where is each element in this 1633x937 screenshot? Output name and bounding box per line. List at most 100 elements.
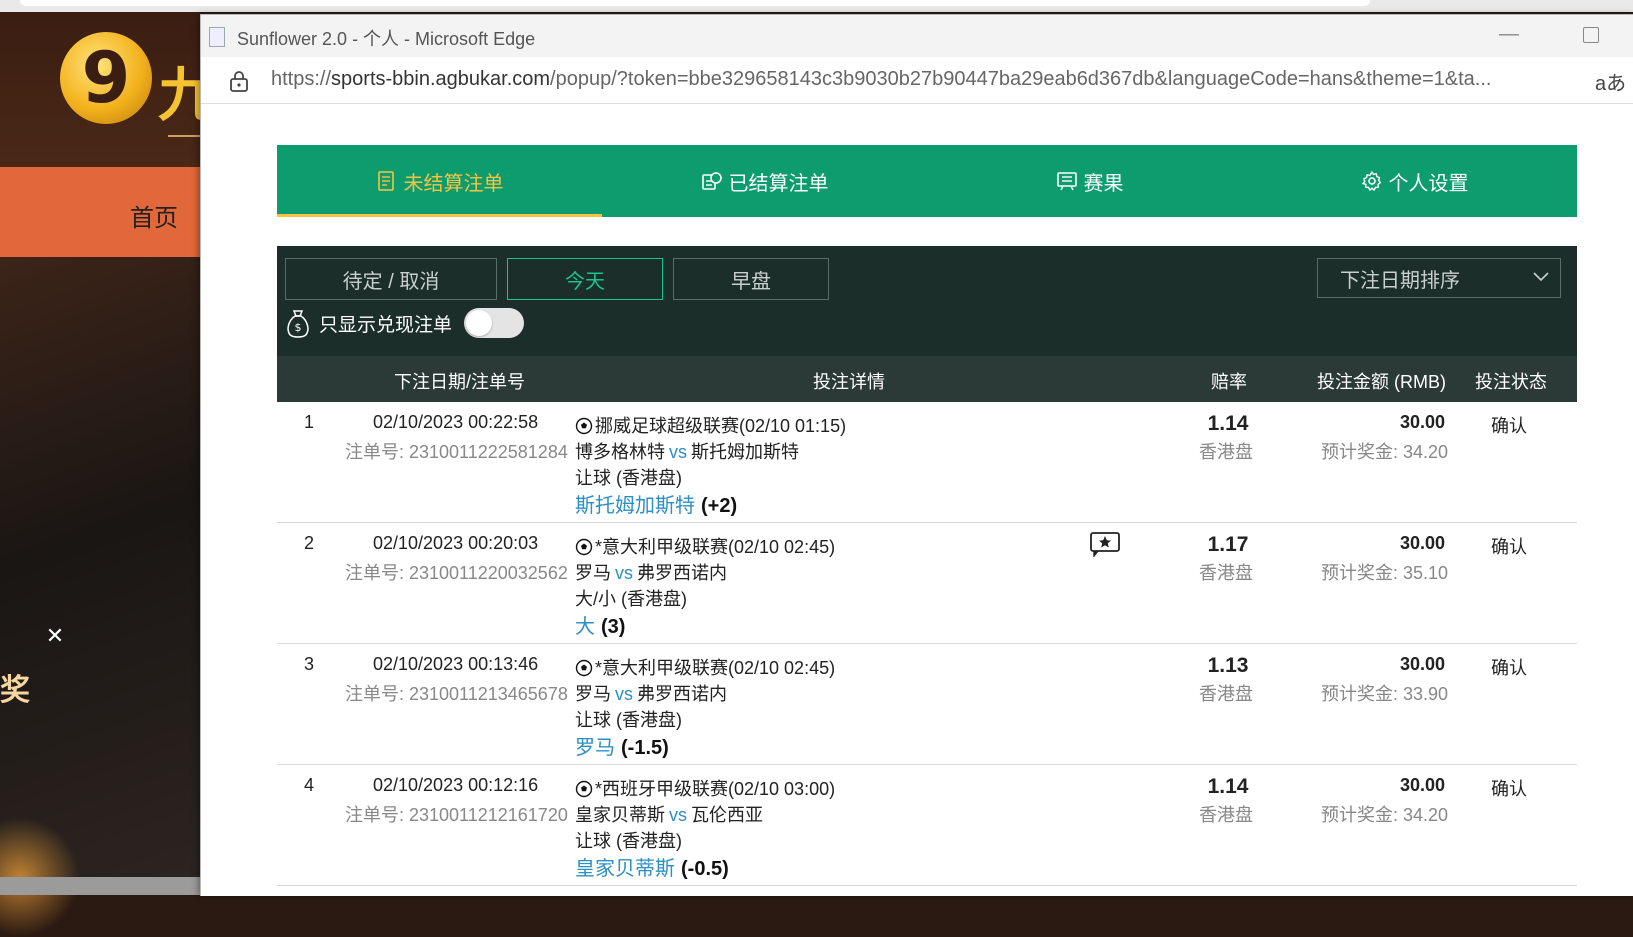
ticket-number: 注单号: 2310011222581284: [345, 442, 568, 462]
bet-status: 确认: [1491, 416, 1527, 436]
sort-dropdown-value: 下注日期排序: [1340, 269, 1460, 292]
col-stake: 投注金额 (RMB): [1317, 372, 1446, 392]
table-row[interactable]: 2 02/10/2023 00:20:03 注单号: 2310011220032…: [277, 523, 1577, 644]
cashout-filter: $ 只显示兑现注单: [285, 308, 525, 338]
handicap: (3): [601, 616, 626, 638]
table-row[interactable]: 3 02/10/2023 00:13:46 注单号: 2310011213465…: [277, 644, 1577, 765]
filter-panel: 待定 / 取消 今天 早盘 下注日期排序 $ 只显示兑现注单: [277, 246, 1577, 356]
odds-type: 香港盘: [1199, 805, 1253, 825]
bet-market: 让球 (香港盘): [575, 831, 682, 851]
bet-list: 1 02/10/2023 00:22:58 注单号: 2310011222581…: [277, 402, 1577, 886]
bet-date: 02/10/2023 00:12:16: [373, 775, 539, 795]
money-bag-icon: $: [287, 310, 309, 338]
bet-date: 02/10/2023 00:20:03: [373, 533, 539, 553]
odds-type: 香港盘: [1199, 442, 1253, 462]
league-text: 挪威足球超级联赛(02/10 01:15): [595, 416, 847, 436]
away-team: 弗罗西诺内: [637, 684, 727, 704]
estimated-payout: 预计奖金: 33.90: [1321, 684, 1449, 704]
today-button[interactable]: 今天: [507, 258, 663, 300]
tab-unsettled-label: 未结算注单: [403, 172, 504, 195]
col-status: 投注状态: [1475, 372, 1547, 392]
league-text: *意大利甲级联赛(02/10 02:45): [595, 658, 836, 678]
selection: 大: [575, 616, 595, 638]
background-badge-text: 奖: [0, 674, 30, 707]
early-market-button[interactable]: 早盘: [673, 258, 829, 300]
league-name: *意大利甲级联赛(02/10 02:45): [575, 533, 835, 559]
toggle-knob: [466, 310, 493, 336]
read-aloud-icon[interactable]: aあ: [1595, 67, 1626, 96]
league-text: *意大利甲级联赛(02/10 02:45): [595, 537, 836, 557]
background-nav-home[interactable]: 首页: [130, 198, 178, 233]
live-stream-icon[interactable]: [1089, 531, 1121, 557]
row-index: 1: [304, 412, 315, 432]
away-team: 瓦伦西亚: [691, 805, 763, 825]
col-details: 投注详情: [813, 372, 885, 392]
ticket-icon: [377, 171, 394, 191]
url-scheme: https://: [271, 68, 332, 90]
tab-settings-label: 个人设置: [1388, 172, 1469, 195]
row-index: 3: [304, 654, 315, 674]
maximize-button[interactable]: [1583, 27, 1599, 43]
handicap: (-1.5): [621, 737, 669, 759]
col-date-ticket: 下注日期/注单号: [394, 372, 526, 392]
background-close-icon[interactable]: ✕: [44, 625, 66, 647]
estimated-payout: 预计奖金: 34.20: [1321, 805, 1449, 825]
main-tabs: 未结算注单 已结算注单 赛果 个人设置: [277, 145, 1577, 217]
match-teams: 罗马 vs 弗罗西诺内: [575, 680, 727, 706]
scoreboard-icon: [1056, 172, 1077, 191]
bet-market: 让球 (香港盘): [575, 710, 682, 730]
match-teams: 博多格林特 vs 斯托姆加斯特: [575, 438, 799, 464]
tab-settled-label: 已结算注单: [728, 172, 829, 195]
tab-results[interactable]: 赛果: [927, 145, 1252, 217]
bet-market: 让球 (香港盘): [575, 468, 682, 488]
tab-settings[interactable]: 个人设置: [1252, 145, 1577, 217]
tab-unsettled[interactable]: 未结算注单: [277, 145, 602, 217]
bet-pick: 斯托姆加斯特 (+2): [575, 489, 737, 518]
cashout-only-label: 只显示兑现注单: [319, 314, 453, 336]
col-odds: 赔率: [1211, 372, 1247, 392]
cashout-toggle[interactable]: [464, 308, 525, 338]
minimize-button[interactable]: —: [1489, 24, 1529, 47]
odds-type: 香港盘: [1199, 684, 1253, 704]
background-tab-strip: [20, 0, 1370, 6]
lock-icon[interactable]: [229, 70, 249, 92]
url-host: sports-bbin.agbukar.com: [331, 68, 551, 90]
bet-pick: 大 (3): [575, 610, 625, 639]
background-banner: [0, 257, 200, 937]
background-top-strip: [0, 0, 1633, 12]
handicap: (+2): [701, 495, 738, 517]
title-bar: Sunflower 2.0 - 个人 - Microsoft Edge —: [201, 15, 1633, 57]
row-index: 2: [304, 533, 315, 553]
page-content: 未结算注单 已结算注单 赛果 个人设置 待定 / 取消 今天 早盘 下注日期排序: [201, 104, 1633, 896]
soccer-ball-icon: [575, 659, 593, 677]
league-name: *意大利甲级联赛(02/10 02:45): [575, 654, 835, 680]
sort-dropdown[interactable]: 下注日期排序: [1317, 258, 1561, 298]
bet-date: 02/10/2023 00:22:58: [373, 412, 539, 432]
address-bar[interactable]: https://sports-bbin.agbukar.com/popup/?t…: [201, 57, 1633, 104]
table-header: 下注日期/注单号 投注详情 赔率 投注金额 (RMB) 投注状态: [277, 356, 1577, 402]
vs-label: vs: [669, 805, 687, 825]
stake-amount: 30.00: [1399, 533, 1445, 553]
odds-value: 1.13: [1207, 654, 1249, 677]
selection: 罗马: [575, 737, 615, 759]
away-team: 弗罗西诺内: [637, 563, 727, 583]
coins-icon: [701, 172, 722, 190]
tab-settled[interactable]: 已结算注单: [602, 145, 927, 217]
background-logo-digit: 9: [81, 37, 131, 119]
ticket-number: 注单号: 2310011220032562: [345, 563, 568, 583]
table-row[interactable]: 1 02/10/2023 00:22:58 注单号: 2310011222581…: [277, 402, 1577, 523]
stake-amount: 30.00: [1399, 654, 1445, 674]
odds-value: 1.14: [1207, 775, 1249, 798]
url-text[interactable]: https://sports-bbin.agbukar.com/popup/?t…: [271, 68, 1531, 91]
ticket-number: 注单号: 2310011212161720: [345, 805, 568, 825]
bet-pick: 罗马 (-1.5): [575, 731, 669, 760]
pending-cancel-button[interactable]: 待定 / 取消: [285, 258, 497, 300]
vs-label: vs: [615, 563, 633, 583]
vs-label: vs: [615, 684, 633, 704]
estimated-payout: 预计奖金: 35.10: [1321, 563, 1449, 583]
ticket-number: 注单号: 2310011213465678: [345, 684, 568, 704]
bet-status: 确认: [1491, 658, 1527, 678]
table-row[interactable]: 4 02/10/2023 00:12:16 注单号: 2310011212161…: [277, 765, 1577, 886]
league-name: *西班牙甲级联赛(02/10 03:00): [575, 775, 835, 801]
soccer-ball-icon: [575, 417, 593, 435]
